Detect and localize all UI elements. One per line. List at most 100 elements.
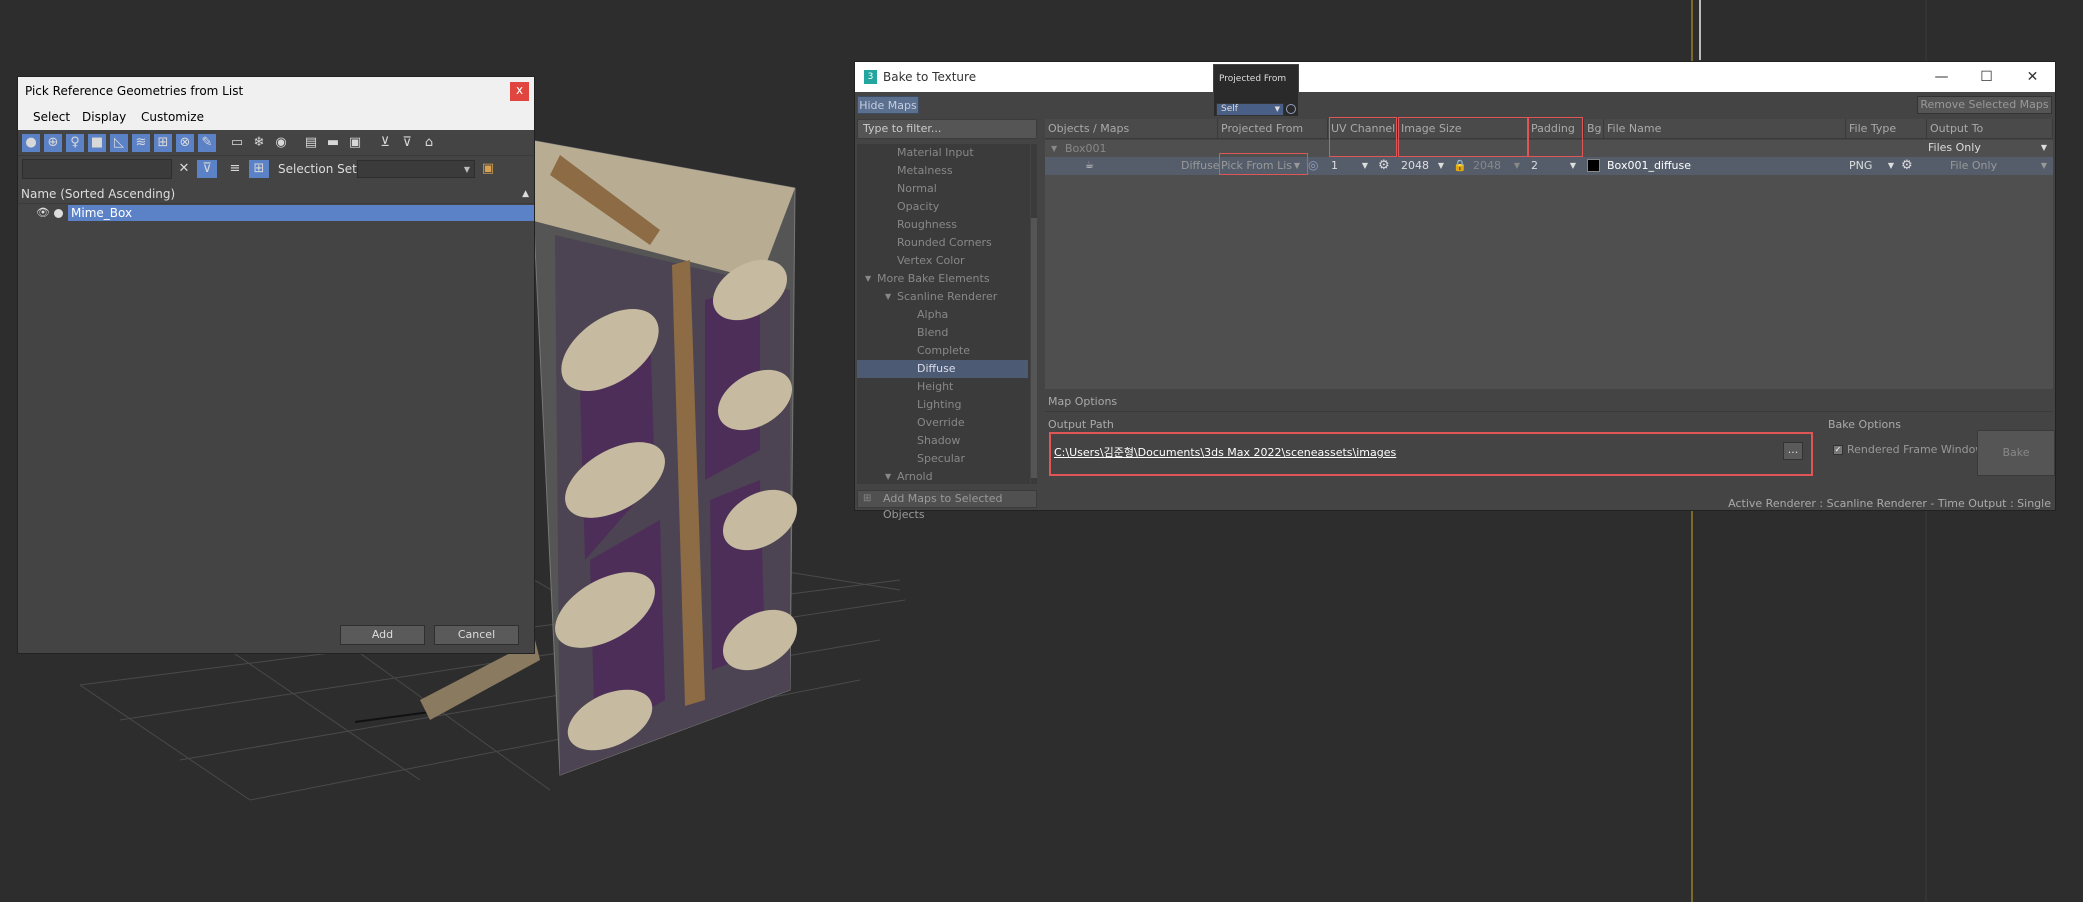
tree-item-lighting[interactable]: Lighting [917, 396, 961, 414]
expand-toggle-icon[interactable]: ▼ [885, 288, 891, 306]
edit-selection-set-icon[interactable]: ▣ [478, 160, 498, 178]
list-header[interactable]: Name (Sorted Ascending) ▲ [18, 184, 534, 204]
tree-item-shadow[interactable]: Shadow [917, 432, 960, 450]
hidden-filter-icon[interactable]: ◉ [272, 134, 290, 152]
pick-target-icon[interactable] [1286, 104, 1296, 114]
browse-button[interactable]: ... [1783, 442, 1803, 460]
tree-item-metalness[interactable]: Metalness [897, 162, 953, 180]
close-icon[interactable]: ✕ [2010, 62, 2055, 92]
tree-item-complete[interactable]: Complete [917, 342, 970, 360]
tree-item-diffuse[interactable]: Diffuse [917, 360, 956, 378]
expand-toggle-icon[interactable]: ▼ [865, 270, 871, 288]
display-all-icon[interactable]: ▤ [302, 134, 320, 152]
scrollbar-thumb[interactable] [1031, 218, 1037, 478]
bg-color-swatch[interactable] [1587, 159, 1600, 172]
menu-bar: Select Display Customize [18, 106, 534, 130]
bones-filter-icon[interactable]: ✎ [198, 134, 216, 152]
tree-item-alpha[interactable]: Alpha [917, 306, 948, 324]
add-button[interactable]: Add [340, 625, 425, 645]
column-file-type[interactable]: File Type [1846, 119, 1927, 139]
file-name-value[interactable]: Box001_diffuse [1607, 157, 1691, 174]
uv-channel-dropdown[interactable]: 1 ▼ [1331, 158, 1371, 174]
tree-item-blend[interactable]: Blend [917, 324, 948, 342]
gear-icon[interactable]: ⚙ [1901, 157, 1913, 174]
menu-display[interactable]: Display [82, 110, 126, 124]
layers-icon[interactable]: ≡ [225, 160, 245, 178]
tree-item-opacity[interactable]: Opacity [897, 198, 939, 216]
clear-search-icon[interactable]: ✕ [174, 160, 194, 178]
hide-maps-button[interactable]: Hide Maps [857, 96, 919, 114]
tree-item-normal[interactable]: Normal [897, 180, 937, 198]
image-height-dropdown[interactable]: 2048 ▼ [1473, 158, 1523, 174]
cancel-button[interactable]: Cancel [434, 625, 519, 645]
map-filter-input[interactable]: Type to filter... [857, 119, 1037, 139]
column-objects-maps[interactable]: Objects / Maps [1045, 119, 1218, 139]
hierarchy-icon[interactable]: ⊞ [249, 160, 269, 178]
add-maps-button[interactable]: ⊞ Add Maps to Selected Objects [857, 490, 1037, 521]
visibility-eye-icon[interactable]: 👁 [36, 205, 52, 221]
map-options-header[interactable]: Map Options [1045, 392, 2053, 412]
tree-item-roughness[interactable]: Roughness [897, 216, 957, 234]
containers-filter-icon[interactable]: ▭ [228, 134, 246, 152]
minimize-icon[interactable]: — [1919, 62, 1964, 92]
tag-icon[interactable]: ⌂ [420, 134, 438, 152]
column-file-name[interactable]: File Name [1604, 119, 1846, 139]
filter-toggle-icon[interactable]: ⊽ [197, 160, 217, 178]
groups-filter-icon[interactable]: ⊞ [154, 134, 172, 152]
tree-item-more-bake-elements[interactable]: More Bake Elements [877, 270, 990, 288]
tree-item-scanline-renderer[interactable]: Scanline Renderer [897, 288, 997, 306]
display-none-icon[interactable]: ▬ [324, 134, 342, 152]
close-button[interactable]: x [510, 82, 529, 101]
padding-dropdown[interactable]: 2 ▼ [1531, 158, 1579, 174]
lights-filter-icon[interactable]: ♀ [66, 134, 84, 152]
shapes-filter-icon[interactable]: ⊕ [44, 134, 62, 152]
collapse-icon[interactable]: ▼ [1051, 140, 1057, 157]
rendered-frame-window-label: Rendered Frame Window [1847, 443, 1985, 456]
selection-set-dropdown[interactable]: ▼ [357, 160, 475, 178]
map-tree: Material Input Metalness Normal Opacity … [857, 144, 1030, 484]
bake-button[interactable]: Bake [1977, 430, 2055, 476]
maximize-icon[interactable]: ☐ [1964, 62, 2009, 92]
tree-item-material-input[interactable]: Material Input [897, 144, 974, 162]
object-output-to-dropdown[interactable]: Files Only ▼ [1928, 140, 2050, 156]
pick-target-icon[interactable]: ◎ [1308, 157, 1318, 174]
cameras-filter-icon[interactable]: ■ [88, 134, 106, 152]
tree-item-specular[interactable]: Specular [917, 450, 965, 468]
geometry-filter-icon[interactable]: ● [22, 134, 40, 152]
tree-item-arnold[interactable]: Arnold [897, 468, 933, 484]
filter-off-icon[interactable]: ⊻ [376, 134, 394, 152]
image-width-dropdown[interactable]: 2048 ▼ [1401, 158, 1447, 174]
file-type-dropdown[interactable]: PNG ▼ [1849, 158, 1897, 174]
gear-icon[interactable]: ⚙ [1378, 157, 1390, 174]
remove-selected-maps-button[interactable]: Remove Selected Maps [1917, 96, 2052, 114]
search-input[interactable] [22, 159, 172, 179]
table-row-map[interactable]: ☕ Diffuse Pick From Lis ▼ ◎ 1 ▼ ⚙ 2048 ▼ 🔒 … [1045, 157, 2053, 175]
filter-icon[interactable]: ⊽ [398, 134, 416, 152]
xrefs-filter-icon[interactable]: ⊗ [176, 134, 194, 152]
spacewarps-filter-icon[interactable]: ≋ [132, 134, 150, 152]
frozen-filter-icon[interactable]: ❄ [250, 134, 268, 152]
column-projected-from[interactable]: Projected From [1218, 119, 1328, 139]
column-output-to[interactable]: Output To [1927, 119, 2053, 139]
tooltip-dropdown[interactable]: Self ▼ [1216, 103, 1284, 116]
list-item[interactable]: 👁 Mime_Box [18, 205, 534, 221]
map-output-to-dropdown[interactable]: File Only ▼ [1928, 158, 2050, 174]
map-name: Diffuse [1181, 159, 1220, 172]
expand-toggle-icon[interactable]: ▼ [885, 468, 891, 484]
tree-item-rounded-corners[interactable]: Rounded Corners [897, 234, 992, 252]
rendered-frame-window-checkbox[interactable]: ✓ [1833, 445, 1843, 455]
menu-customize[interactable]: Customize [141, 110, 204, 124]
tree-item-override[interactable]: Override [917, 414, 965, 432]
menu-select[interactable]: Select [33, 110, 70, 124]
object-name[interactable]: Box001 [1065, 140, 1106, 157]
display-invert-icon[interactable]: ▣ [346, 134, 364, 152]
grid-axis-line [354, 711, 431, 723]
list-item-name[interactable]: Mime_Box [68, 205, 534, 221]
tree-item-height[interactable]: Height [917, 378, 953, 396]
lock-icon[interactable]: 🔒 [1453, 157, 1467, 174]
output-path-link[interactable]: C:\Users\김준형\Documents\3ds Max 2022\scen… [1054, 444, 1396, 460]
tree-item-vertex-color[interactable]: Vertex Color [897, 252, 965, 270]
tree-scrollbar[interactable] [1031, 144, 1037, 484]
helpers-filter-icon[interactable]: ◺ [110, 134, 128, 152]
column-bg[interactable]: Bg [1584, 119, 1604, 139]
